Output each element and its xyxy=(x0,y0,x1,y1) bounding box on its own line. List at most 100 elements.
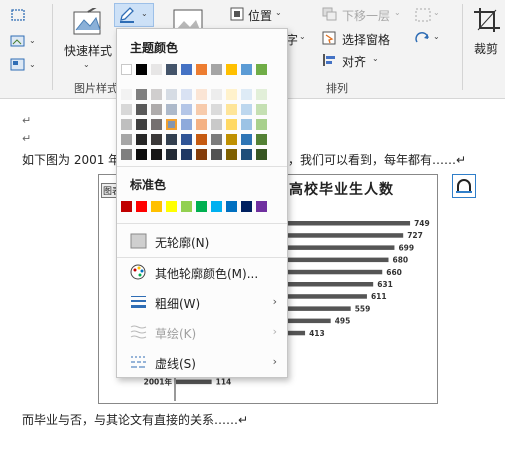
theme-shade-swatch[interactable] xyxy=(241,119,252,130)
theme-shade-swatch[interactable] xyxy=(121,119,132,130)
chevron-down-icon[interactable]: ⌄ xyxy=(29,36,36,45)
theme-shade-swatch[interactable] xyxy=(136,89,147,100)
theme-shade-swatch[interactable] xyxy=(226,134,237,145)
selection-pane-button[interactable]: 选择窗格 xyxy=(322,30,402,48)
picture-layout-icon[interactable] xyxy=(10,58,26,72)
standard-color-swatch[interactable] xyxy=(151,201,162,212)
menu-item-no-outline[interactable]: 无轮廓(N) xyxy=(117,228,287,254)
theme-shade-swatch[interactable] xyxy=(196,134,207,145)
chart-data-label: 699 xyxy=(398,243,414,252)
theme-shade-swatch[interactable] xyxy=(166,134,177,145)
theme-shade-swatch[interactable] xyxy=(211,104,222,115)
theme-color-swatch[interactable] xyxy=(241,64,252,75)
theme-shade-swatch[interactable] xyxy=(136,119,147,130)
picture-border-icon[interactable] xyxy=(10,8,26,22)
theme-shade-swatch[interactable] xyxy=(136,134,147,145)
chevron-down-icon[interactable]: ⌄ xyxy=(83,60,90,69)
theme-shade-swatch[interactable] xyxy=(211,134,222,145)
theme-shade-swatch[interactable] xyxy=(211,89,222,100)
standard-color-swatch[interactable] xyxy=(256,201,267,212)
theme-shade-swatch[interactable] xyxy=(211,149,222,160)
theme-color-swatch[interactable] xyxy=(136,64,147,75)
theme-shade-swatch[interactable] xyxy=(151,149,162,160)
theme-shade-swatch[interactable] xyxy=(166,89,177,100)
layout-options-button[interactable] xyxy=(452,174,476,198)
picture-outline-button[interactable]: ⌄ xyxy=(114,3,154,27)
theme-shade-swatch[interactable] xyxy=(121,149,132,160)
theme-color-swatch[interactable] xyxy=(211,64,222,75)
theme-shade-swatch[interactable] xyxy=(256,104,267,115)
standard-color-swatch[interactable] xyxy=(136,201,147,212)
theme-shade-swatch[interactable] xyxy=(136,149,147,160)
position-button[interactable]: 位置 ⌄ xyxy=(230,6,292,24)
doc-line-2[interactable]: 而毕业与否，与其论文有直接的关系……↵ xyxy=(22,411,248,428)
theme-shade-swatch[interactable] xyxy=(181,89,192,100)
theme-shade-swatch[interactable] xyxy=(211,119,222,130)
standard-colors-heading: 标准色 xyxy=(130,178,167,192)
standard-color-swatch[interactable] xyxy=(181,201,192,212)
theme-shade-swatch[interactable] xyxy=(151,104,162,115)
menu-item-dashes[interactable]: 虚线(S) › xyxy=(117,349,287,375)
theme-shade-swatch[interactable] xyxy=(196,149,207,160)
theme-shade-swatch[interactable] xyxy=(196,89,207,100)
theme-color-swatch[interactable] xyxy=(181,64,192,75)
theme-shade-swatch[interactable] xyxy=(121,134,132,145)
theme-shade-swatch[interactable] xyxy=(241,134,252,145)
theme-shade-swatch[interactable] xyxy=(181,134,192,145)
picture-effects-icon[interactable] xyxy=(10,34,26,48)
theme-shade-swatch[interactable] xyxy=(166,119,177,130)
theme-shade-swatch[interactable] xyxy=(151,119,162,130)
theme-shade-swatch[interactable] xyxy=(151,134,162,145)
theme-shade-swatch[interactable] xyxy=(226,119,237,130)
no-outline-icon xyxy=(130,233,147,249)
quick-style-label: 快速样式 xyxy=(64,44,113,58)
theme-shade-swatch[interactable] xyxy=(181,119,192,130)
theme-shade-swatch[interactable] xyxy=(166,149,177,160)
chevron-down-icon[interactable]: ⌄ xyxy=(433,32,440,41)
sketched-icon xyxy=(130,324,147,340)
theme-shade-swatch[interactable] xyxy=(196,104,207,115)
standard-color-swatch[interactable] xyxy=(226,201,237,212)
crop-button[interactable]: 裁剪 xyxy=(470,6,504,62)
theme-shade-swatch[interactable] xyxy=(181,149,192,160)
theme-color-swatch[interactable] xyxy=(121,64,132,75)
theme-shade-swatch[interactable] xyxy=(226,149,237,160)
theme-shade-swatch[interactable] xyxy=(241,104,252,115)
standard-color-swatch[interactable] xyxy=(166,201,177,212)
menu-item-weight[interactable]: 粗细(W) › xyxy=(117,289,287,315)
chevron-down-icon[interactable]: ⌄ xyxy=(29,60,36,69)
theme-shade-swatch[interactable] xyxy=(256,134,267,145)
standard-color-swatch[interactable] xyxy=(196,201,207,212)
rotate-icon[interactable] xyxy=(414,30,432,46)
theme-shade-swatch[interactable] xyxy=(166,104,177,115)
theme-shade-swatch[interactable] xyxy=(181,104,192,115)
theme-color-swatch[interactable] xyxy=(151,64,162,75)
doc-line-1-left[interactable]: 如下图为 2001 年 xyxy=(22,151,120,168)
theme-shade-swatch[interactable] xyxy=(241,89,252,100)
standard-color-swatch[interactable] xyxy=(241,201,252,212)
theme-color-swatch[interactable] xyxy=(256,64,267,75)
theme-shade-swatch[interactable] xyxy=(151,89,162,100)
theme-shade-swatch[interactable] xyxy=(226,89,237,100)
wrap-text-button[interactable]: 字 ⌄ xyxy=(286,29,310,47)
quick-style-button[interactable]: 快速样式 xyxy=(62,6,112,64)
standard-color-swatch[interactable] xyxy=(211,201,222,212)
theme-shade-swatch[interactable] xyxy=(256,89,267,100)
theme-shade-swatch[interactable] xyxy=(256,149,267,160)
theme-shade-swatch[interactable] xyxy=(136,104,147,115)
menu-item-sketched: 草绘(K) › xyxy=(117,319,287,345)
doc-line-1-right[interactable]: ，我们可以看到，每年都有……↵ xyxy=(288,151,466,168)
theme-shade-swatch[interactable] xyxy=(241,149,252,160)
group-icon xyxy=(415,8,431,22)
theme-color-swatch[interactable] xyxy=(166,64,177,75)
theme-shade-swatch[interactable] xyxy=(196,119,207,130)
theme-shade-swatch[interactable] xyxy=(121,104,132,115)
theme-color-swatch[interactable] xyxy=(196,64,207,75)
theme-shade-swatch[interactable] xyxy=(256,119,267,130)
theme-color-swatch[interactable] xyxy=(226,64,237,75)
standard-color-swatch[interactable] xyxy=(121,201,132,212)
align-button[interactable]: 对齐 ⌄ xyxy=(322,52,388,70)
menu-item-more-colors[interactable]: 其他轮廓颜色(M)... xyxy=(117,259,287,285)
theme-shade-swatch[interactable] xyxy=(226,104,237,115)
theme-shade-swatch[interactable] xyxy=(121,89,132,100)
